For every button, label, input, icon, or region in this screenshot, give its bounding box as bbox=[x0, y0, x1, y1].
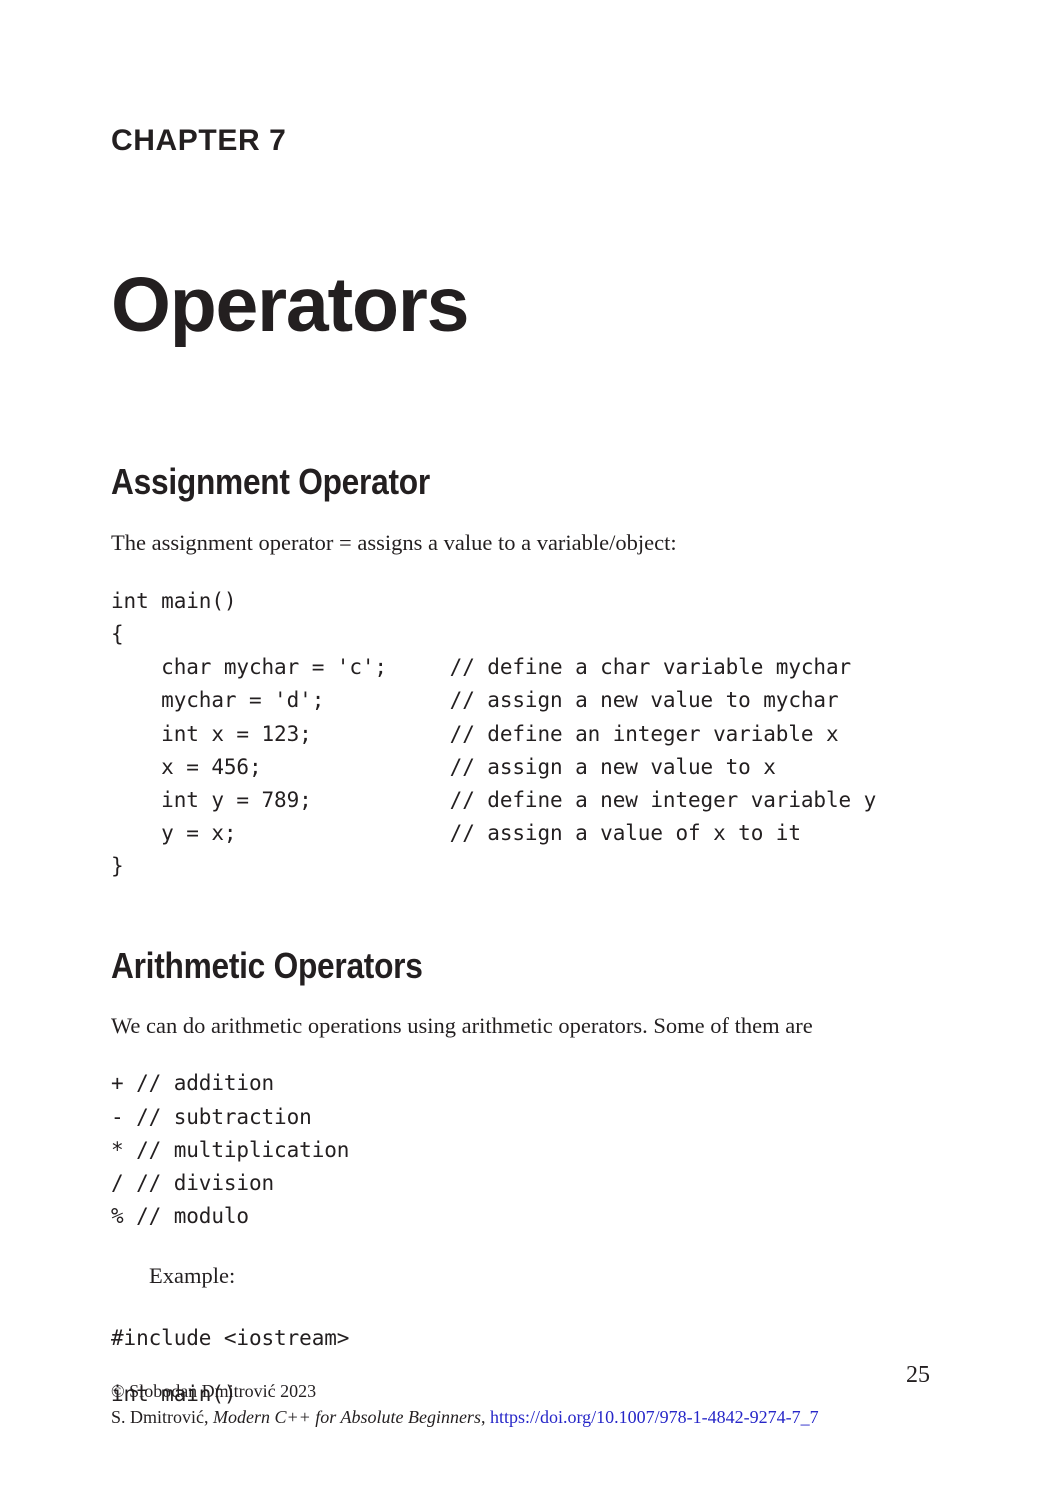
chapter-label: CHAPTER 7 bbox=[111, 124, 287, 157]
document-page: CHAPTER 7 Operators Assignment Operator … bbox=[0, 0, 1050, 1500]
footer-author: S. Dmitrović, bbox=[111, 1406, 213, 1427]
example-include-line: #include <iostream> bbox=[111, 1325, 350, 1350]
example-label: Example: bbox=[149, 1263, 236, 1289]
footer-citation: S. Dmitrović, Modern C++ for Absolute Be… bbox=[111, 1405, 911, 1431]
section-heading-assignment-operator: Assignment Operator bbox=[111, 461, 430, 502]
footer-separator: , bbox=[480, 1406, 490, 1427]
section-heading-arithmetic-operators: Arithmetic Operators bbox=[111, 944, 423, 986]
footer-book-title: Modern C++ for Absolute Beginners bbox=[213, 1406, 481, 1427]
assignment-operator-intro: The assignment operator = assigns a valu… bbox=[111, 529, 677, 555]
page-footer: © Slobodan Dmitrović 2023 S. Dmitrović, … bbox=[111, 1379, 911, 1430]
chapter-title: Operators bbox=[111, 262, 469, 348]
arithmetic-operators-intro: We can do arithmetic operations using ar… bbox=[111, 1013, 813, 1039]
footer-doi-link[interactable]: https://doi.org/10.1007/978-1-4842-9274-… bbox=[490, 1407, 819, 1427]
footer-copyright: © Slobodan Dmitrović 2023 bbox=[111, 1381, 317, 1401]
page-content: CHAPTER 7 Operators Assignment Operator … bbox=[111, 0, 911, 1411]
arithmetic-operator-list: + // addition - // subtraction * // mult… bbox=[111, 1071, 350, 1229]
assignment-operator-code-listing: int main() { char mychar = 'c'; // defin… bbox=[111, 588, 877, 879]
